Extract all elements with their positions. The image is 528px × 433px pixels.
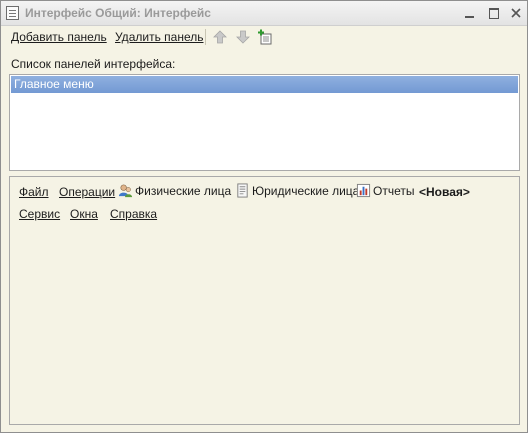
menu-windows[interactable]: Окна [70, 207, 98, 221]
arrow-down-icon[interactable] [235, 29, 251, 45]
toolbar: Добавить панель Удалить панель [1, 26, 527, 48]
interface-editor-window: Интерфейс Общий: Интерфейс Добавить пане… [0, 0, 528, 433]
maximize-button[interactable] [485, 4, 503, 22]
new-item-icon[interactable] [258, 29, 274, 45]
add-panel-button[interactable]: Добавить панель [11, 30, 107, 44]
menu-legal-entities-label: Юридические лица [252, 184, 360, 198]
menu-preview-panel: Файл Операции Физические лица Юридически… [9, 176, 520, 425]
menu-reports-label: Отчеты [373, 184, 415, 198]
close-button[interactable] [507, 4, 525, 22]
minimize-button[interactable] [461, 4, 479, 22]
menu-new-placeholder[interactable]: <Новая> [419, 185, 470, 199]
menu-legal-entities[interactable]: Юридические лица [235, 183, 359, 198]
toolbar-separator [205, 29, 206, 45]
panel-list[interactable]: Главное меню [9, 74, 520, 171]
report-chart-icon [356, 183, 371, 198]
remove-panel-button[interactable]: Удалить панель [115, 30, 203, 44]
arrow-up-icon[interactable] [212, 29, 228, 45]
window-title: Интерфейс Общий: Интерфейс [25, 6, 211, 20]
menu-individuals-label: Физические лица [135, 184, 232, 198]
list-item[interactable]: Главное меню [11, 76, 518, 93]
title-bar[interactable]: Интерфейс Общий: Интерфейс [1, 1, 527, 26]
menu-individuals[interactable]: Физические лица [118, 183, 231, 198]
menu-file[interactable]: Файл [19, 185, 49, 199]
form-icon [6, 6, 19, 20]
menu-operations[interactable]: Операции [59, 185, 115, 199]
menu-service[interactable]: Сервис [19, 207, 60, 221]
panel-list-label: Список панелей интерфейса: [11, 57, 176, 71]
close-icon [511, 8, 521, 18]
menu-help[interactable]: Справка [110, 207, 157, 221]
persons-icon [118, 184, 133, 198]
document-icon [237, 183, 248, 198]
menu-reports[interactable]: Отчеты [356, 183, 414, 198]
